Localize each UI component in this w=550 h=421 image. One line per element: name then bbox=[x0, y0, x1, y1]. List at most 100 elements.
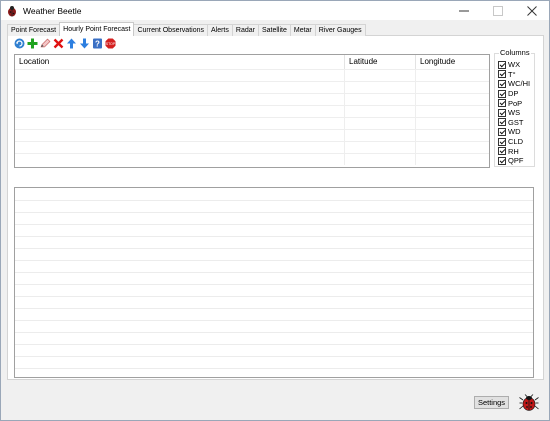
column-toggle-wx[interactable]: WX bbox=[498, 60, 530, 70]
column-toggle-cld[interactable]: CLD bbox=[498, 137, 530, 147]
move-down-icon bbox=[80, 38, 89, 49]
tab-alerts[interactable]: Alerts bbox=[206, 24, 233, 36]
maximize-icon bbox=[493, 5, 503, 16]
beetle-logo-icon[interactable] bbox=[519, 394, 539, 412]
grid-row-line bbox=[15, 320, 533, 321]
grid-row-line bbox=[15, 260, 533, 261]
minimize-button[interactable] bbox=[447, 1, 481, 20]
column-toggle-ws[interactable]: WS bbox=[498, 108, 530, 118]
minimize-icon bbox=[459, 10, 469, 11]
table-row bbox=[15, 93, 489, 105]
help-button[interactable]: ? bbox=[92, 38, 103, 49]
stop-icon-text: STOP bbox=[106, 42, 116, 46]
grid-row-line bbox=[15, 356, 533, 357]
column-toggle-label: DP bbox=[508, 89, 519, 99]
move-down-button[interactable] bbox=[79, 38, 90, 49]
column-toggle-label: WS bbox=[508, 108, 521, 118]
grid-row-line bbox=[15, 368, 533, 369]
table-row bbox=[15, 105, 489, 117]
refresh-icon bbox=[14, 38, 25, 49]
app-window: Weather Beetle Point Forecast Hourly Poi… bbox=[0, 0, 550, 421]
table-row bbox=[15, 141, 489, 153]
column-toggle-label: WC/HI bbox=[508, 79, 531, 89]
edit-icon bbox=[40, 38, 51, 48]
grid-row-line bbox=[15, 224, 533, 225]
tab-satellite[interactable]: Satellite bbox=[257, 24, 291, 36]
checkbox-checked[interactable] bbox=[498, 108, 506, 117]
column-header-location[interactable]: Location bbox=[15, 55, 345, 69]
checkbox-checked[interactable] bbox=[498, 89, 506, 98]
hourly-forecast-table[interactable] bbox=[14, 187, 534, 378]
column-header-longitude[interactable]: Longitude bbox=[416, 55, 489, 69]
edit-location-button[interactable] bbox=[40, 38, 51, 49]
table-row bbox=[15, 117, 489, 129]
column-header-latitude[interactable]: Latitude bbox=[345, 55, 416, 69]
stop-button[interactable]: STOP bbox=[105, 38, 116, 49]
column-toggle-temp[interactable]: T° bbox=[498, 70, 530, 80]
checkbox-checked[interactable] bbox=[498, 127, 506, 136]
checkbox-checked[interactable] bbox=[498, 137, 506, 146]
column-toggle-pop[interactable]: PoP bbox=[498, 98, 530, 108]
tab-metar[interactable]: Metar bbox=[289, 24, 316, 36]
column-toggle-rh[interactable]: RH bbox=[498, 146, 530, 156]
toolbar: ? STOP bbox=[14, 38, 116, 50]
checkbox-checked[interactable] bbox=[498, 70, 506, 79]
locations-table-header: Location Latitude Longitude bbox=[15, 55, 489, 69]
grid-row-line bbox=[15, 212, 533, 213]
add-location-button[interactable] bbox=[27, 38, 38, 49]
tab-current-observations[interactable]: Current Observations bbox=[133, 24, 208, 36]
add-icon bbox=[27, 38, 38, 49]
help-icon: ? bbox=[93, 38, 102, 49]
tab-radar[interactable]: Radar bbox=[231, 24, 259, 36]
window-controls bbox=[447, 1, 549, 20]
checkbox-checked[interactable] bbox=[498, 79, 506, 88]
svg-text:?: ? bbox=[95, 40, 100, 49]
columns-checkbox-list: WX T° WC/HI DP PoP WS GST WD CLD RH QPF bbox=[498, 60, 530, 166]
table-row bbox=[15, 81, 489, 93]
checkbox-checked[interactable] bbox=[498, 99, 506, 108]
tab-hourly-point-forecast[interactable]: Hourly Point Forecast bbox=[59, 22, 135, 36]
column-toggle-dp[interactable]: DP bbox=[498, 89, 530, 99]
window-title: Weather Beetle bbox=[23, 5, 82, 16]
tab-strip: Point Forecast Hourly Point Forecast Cur… bbox=[7, 22, 366, 36]
grid-row-line bbox=[15, 296, 533, 297]
close-button[interactable] bbox=[515, 1, 549, 20]
column-toggle-gst[interactable]: GST bbox=[498, 118, 530, 128]
move-up-button[interactable] bbox=[66, 38, 77, 49]
beetle-icon bbox=[8, 5, 16, 16]
grid-row-line bbox=[15, 272, 533, 273]
tab-point-forecast[interactable]: Point Forecast bbox=[7, 24, 61, 36]
grid-row-line bbox=[15, 200, 533, 201]
column-toggle-label: T° bbox=[508, 69, 516, 79]
column-toggle-label: GST bbox=[508, 117, 524, 127]
table-row bbox=[15, 153, 489, 165]
move-up-icon bbox=[67, 38, 76, 49]
columns-groupbox: Columns WX T° WC/HI DP PoP WS GST WD CLD… bbox=[494, 48, 535, 167]
locations-table[interactable]: Location Latitude Longitude bbox=[14, 54, 490, 168]
table-row bbox=[15, 69, 489, 81]
column-toggle-qpf[interactable]: QPF bbox=[498, 156, 530, 166]
settings-button[interactable]: Settings bbox=[474, 396, 509, 409]
column-toggle-label: CLD bbox=[508, 137, 524, 147]
stop-icon: STOP bbox=[105, 38, 116, 49]
column-toggle-wc-hi[interactable]: WC/HI bbox=[498, 79, 530, 89]
grid-row-line bbox=[15, 344, 533, 345]
tab-river-gauges[interactable]: River Gauges bbox=[314, 24, 366, 36]
columns-legend: Columns bbox=[499, 48, 531, 57]
grid-row-line bbox=[15, 284, 533, 285]
checkbox-checked[interactable] bbox=[498, 60, 506, 69]
grid-row-line bbox=[15, 308, 533, 309]
checkbox-checked[interactable] bbox=[498, 118, 506, 127]
refresh-button[interactable] bbox=[14, 38, 25, 49]
table-row bbox=[15, 129, 489, 141]
column-toggle-label: PoP bbox=[508, 98, 523, 108]
title-bar[interactable]: Weather Beetle bbox=[1, 1, 549, 20]
checkbox-checked[interactable] bbox=[498, 147, 506, 156]
locations-table-body bbox=[15, 69, 489, 167]
grid-row-line bbox=[15, 332, 533, 333]
delete-location-button[interactable] bbox=[53, 38, 64, 49]
grid-row-line bbox=[15, 236, 533, 237]
column-toggle-wd[interactable]: WD bbox=[498, 127, 530, 137]
column-toggle-label: WD bbox=[508, 127, 521, 137]
checkbox-checked[interactable] bbox=[498, 156, 506, 165]
